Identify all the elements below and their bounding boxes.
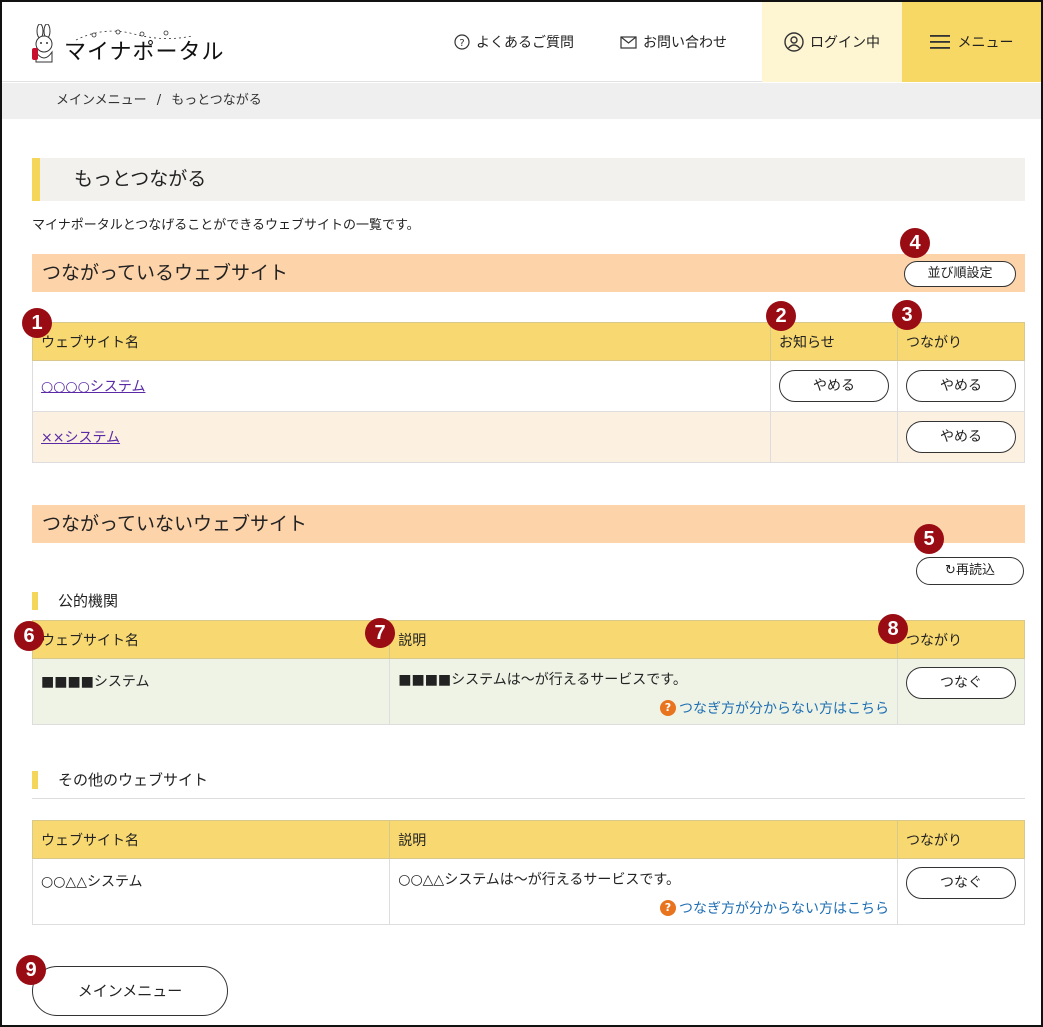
how-to-connect-label: つなぎ方が分からない方はこちら — [678, 701, 889, 717]
callout-badge-9: 9 — [16, 955, 46, 985]
column-header-website-name: ウェブサイト名 — [32, 322, 771, 361]
column-header-connection: つながり — [896, 620, 1026, 659]
main-menu-button[interactable]: メインメニュー — [32, 966, 228, 1016]
breadcrumb-home-link[interactable]: メインメニュー — [56, 93, 147, 108]
site-header: マイナポータル ? よくあるご質問 お問い合わせ ログイン中 メニュー — [2, 2, 1041, 82]
logo-text: マイナポータル — [64, 40, 225, 65]
callout-badge-1: 1 — [22, 308, 52, 338]
connected-table: ウェブサイト名 お知らせ つながり ○○○○システム やめる やめる ××システ… — [32, 322, 1025, 463]
column-header-description: 説明 — [389, 820, 898, 859]
callout-badge-6: 6 — [14, 621, 44, 651]
login-label: ログイン中 — [810, 35, 880, 51]
page-intro: マイナポータルとつなげることができるウェブサイトの一覧です。 — [32, 218, 420, 233]
question-circle-icon: ? — [454, 34, 470, 50]
public-institutions-heading: 公的機関 — [32, 592, 118, 610]
table-header-row: ウェブサイト名 説明 つながり — [31, 620, 1026, 659]
login-status-button[interactable]: ログイン中 — [762, 2, 902, 82]
page-title: もっとつながる — [32, 158, 1025, 201]
website-description: ■■■■システムは〜が行えるサービスです。 — [398, 672, 687, 688]
table-header-row: ウェブサイト名 説明 つながり — [31, 820, 1026, 859]
breadcrumb-current: もっとつながる — [171, 93, 262, 108]
how-to-connect-label: つなぎ方が分からない方はこちら — [678, 901, 889, 917]
website-name-cell: ○○△△システム — [31, 858, 391, 925]
faq-link[interactable]: ? よくあるご質問 — [454, 32, 574, 52]
table-header-row: ウェブサイト名 お知らせ つながり — [32, 322, 1025, 361]
not-connected-section-heading: つながっていないウェブサイト — [32, 505, 1025, 543]
connect-button[interactable]: つなぐ — [905, 867, 1016, 899]
column-header-website-name: ウェブサイト名 — [31, 620, 391, 659]
connect-button[interactable]: つなぐ — [905, 667, 1016, 699]
site-logo[interactable]: マイナポータル — [30, 24, 225, 65]
website-name-cell: ■■■■システム — [31, 658, 391, 725]
stop-notice-button[interactable]: やめる — [779, 370, 889, 402]
svg-text:?: ? — [459, 38, 464, 49]
user-circle-icon — [784, 32, 804, 52]
table-row: ■■■■システム ■■■■システムは〜が行えるサービスです。 ? つなぎ方が分か… — [31, 658, 1026, 725]
menu-button[interactable]: メニュー — [902, 2, 1041, 82]
website-link[interactable]: ××システム — [41, 430, 120, 446]
reload-button[interactable]: ↻再読込 — [916, 557, 1024, 585]
column-header-website-name: ウェブサイト名 — [31, 820, 391, 859]
table-row: ××システム やめる — [32, 411, 1025, 463]
callout-badge-2: 2 — [766, 301, 796, 331]
column-header-connection: つながり — [896, 820, 1026, 859]
callout-badge-4: 4 — [900, 228, 930, 258]
disconnect-button[interactable]: やめる — [906, 421, 1016, 453]
other-websites-table: ウェブサイト名 説明 つながり ○○△△システム ○○△△システムは〜が行えるサ… — [31, 820, 1026, 925]
how-to-connect-link[interactable]: ? つなぎ方が分からない方はこちら — [659, 898, 889, 918]
callout-badge-5: 5 — [914, 524, 944, 554]
reload-icon: ↻ — [945, 563, 956, 578]
table-row: ○○○○システム やめる やめる — [32, 360, 1025, 412]
contact-label: お問い合わせ — [643, 35, 727, 51]
callout-badge-7: 7 — [365, 618, 395, 648]
public-institutions-table: ウェブサイト名 説明 つながり ■■■■システム ■■■■システムは〜が行えるサ… — [31, 620, 1026, 725]
breadcrumb-separator: / — [156, 93, 162, 108]
help-icon: ? — [659, 700, 676, 716]
menu-label: メニュー — [957, 35, 1014, 51]
callout-badge-3: 3 — [892, 300, 922, 330]
reload-label: 再読込 — [955, 563, 995, 578]
mascot-logo-icon — [32, 24, 53, 63]
how-to-connect-link[interactable]: ? つなぎ方が分からない方はこちら — [659, 698, 889, 718]
website-link[interactable]: ○○○○システム — [41, 379, 145, 395]
website-description: ○○△△システムは〜が行えるサービスです。 — [398, 872, 680, 888]
help-icon: ? — [659, 900, 676, 916]
faq-label: よくあるご質問 — [476, 35, 574, 51]
column-header-connection: つながり — [897, 322, 1025, 361]
divider — [32, 798, 1025, 799]
mail-icon — [620, 35, 637, 49]
sort-order-button[interactable]: 並び順設定 — [904, 261, 1016, 287]
callout-badge-8: 8 — [878, 614, 908, 644]
breadcrumb: メインメニュー / もっとつながる — [2, 83, 1041, 119]
disconnect-button[interactable]: やめる — [906, 370, 1016, 402]
column-header-description: 説明 — [389, 620, 898, 659]
table-row: ○○△△システム ○○△△システムは〜が行えるサービスです。 ? つなぎ方が分か… — [31, 858, 1026, 925]
hamburger-icon — [929, 35, 950, 49]
connected-section-heading: つながっているウェブサイト — [32, 254, 1025, 292]
notice-cell-empty — [770, 411, 898, 463]
contact-link[interactable]: お問い合わせ — [620, 32, 727, 52]
other-websites-heading: その他のウェブサイト — [32, 771, 208, 789]
